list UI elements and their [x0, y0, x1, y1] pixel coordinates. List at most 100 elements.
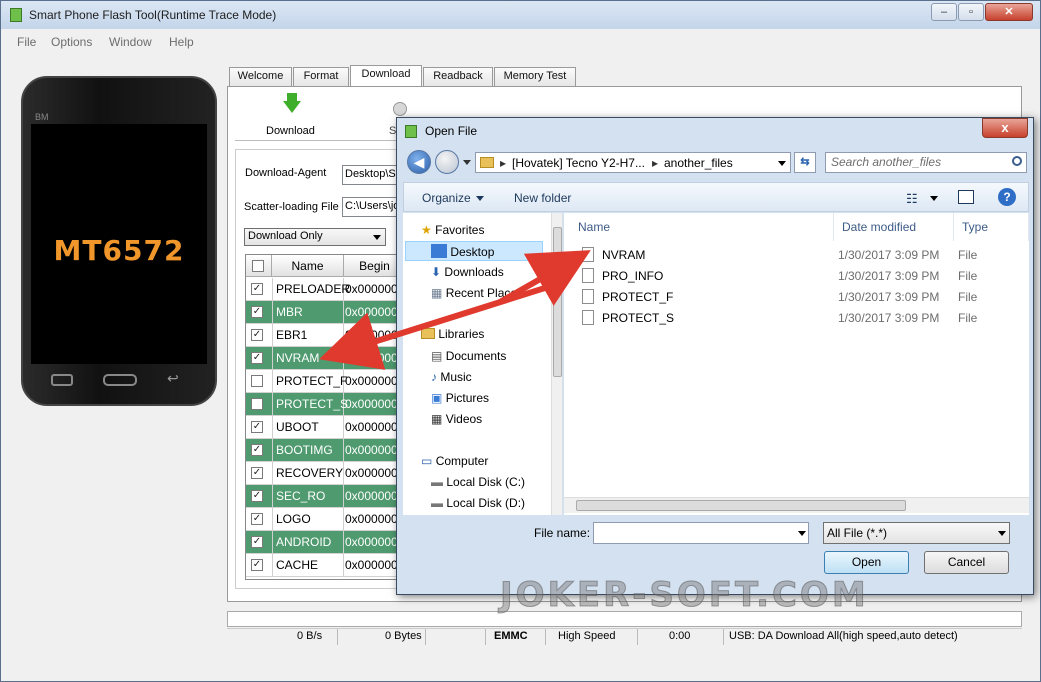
maximize-button[interactable]: ▫ — [958, 3, 984, 21]
file-row[interactable]: PRO_INFO 1/30/2017 3:09 PM File — [574, 266, 1024, 287]
tab-format[interactable]: Format — [293, 67, 349, 86]
file-type-select[interactable]: All File (*.*) — [823, 522, 1010, 544]
partition-checkbox[interactable]: ✓ — [251, 444, 263, 456]
nav-item-videos[interactable]: ▦ Videos — [431, 412, 482, 426]
select-all-checkbox[interactable] — [252, 260, 264, 272]
partition-row[interactable]: ✓ SEC_RO 0x0000000 — [246, 485, 404, 508]
breadcrumb-item[interactable]: [Hovatek] Tecno Y2-H7... — [512, 156, 645, 170]
scatter-file-label: Scatter-loading File — [244, 201, 339, 213]
partition-checkbox[interactable]: ✓ — [251, 306, 263, 318]
nav-libraries[interactable]: Libraries — [421, 327, 484, 341]
file-row[interactable]: PROTECT_F 1/30/2017 3:09 PM File — [574, 287, 1024, 308]
partition-checkbox[interactable]: ✓ — [251, 352, 263, 364]
file-hscrollbar[interactable] — [564, 497, 1029, 513]
nav-favorites[interactable]: ★ Favorites — [421, 223, 484, 237]
file-row[interactable]: PROTECT_S 1/30/2017 3:09 PM File — [574, 308, 1024, 329]
partition-checkbox[interactable]: ✓ — [251, 513, 263, 525]
window-close-button[interactable]: ✕ — [985, 3, 1033, 21]
menu-help[interactable]: Help — [169, 35, 194, 49]
forward-button[interactable] — [435, 150, 459, 174]
column-header-date-modified[interactable]: Date modified — [834, 213, 954, 241]
back-button[interactable]: ◀ — [407, 150, 431, 174]
search-icon[interactable] — [1012, 156, 1022, 166]
new-folder-button[interactable]: New folder — [514, 191, 571, 205]
partition-checkbox[interactable]: ✓ — [251, 467, 263, 479]
tab-welcome[interactable]: Welcome — [229, 67, 292, 86]
history-dropdown-icon[interactable] — [463, 160, 471, 165]
partition-checkbox[interactable]: ✓ — [251, 536, 263, 548]
partition-row[interactable]: ✓ ANDROID 0x0000000 — [246, 531, 404, 554]
partition-checkbox[interactable]: ✓ — [251, 559, 263, 571]
nav-computer[interactable]: ▭ Computer — [421, 454, 488, 468]
tab-memory-test[interactable]: Memory Test — [494, 67, 576, 86]
nav-item-downloads[interactable]: ⬇ Downloads — [431, 265, 504, 279]
partition-checkbox[interactable]: ✓ — [251, 283, 263, 295]
status-time: 0:00 — [669, 630, 691, 642]
help-icon[interactable]: ? — [998, 188, 1016, 206]
organize-dropdown-icon[interactable] — [476, 196, 484, 201]
phone-brand: BM — [35, 112, 49, 122]
column-header-type[interactable]: Type — [954, 213, 1029, 241]
partition-row[interactable]: ✓ UBOOT 0x0000000 — [246, 416, 404, 439]
file-type-value: All File (*.*) — [827, 526, 888, 540]
download-agent-input[interactable]: Desktop\SP — [342, 165, 404, 185]
breadcrumb-item-current[interactable]: another_files — [664, 156, 733, 170]
partition-checkbox[interactable] — [251, 398, 263, 410]
download-mode-select[interactable]: Download Only — [244, 228, 386, 246]
nav-scrollbar[interactable] — [551, 213, 562, 515]
refresh-icon[interactable]: ⇆ — [794, 152, 816, 173]
column-header-name[interactable]: Name — [272, 255, 344, 277]
partition-row[interactable]: ✓ NVRAM 0x0000000 — [246, 347, 404, 370]
partition-checkbox[interactable]: ✓ — [251, 329, 263, 341]
toolbar-divider — [235, 140, 415, 141]
file-name-dropdown-icon[interactable] — [798, 531, 806, 536]
nav-item-desktop[interactable]: Desktop — [431, 244, 494, 259]
dialog-close-button[interactable]: x — [982, 118, 1028, 138]
organize-button[interactable]: Organize — [422, 191, 471, 205]
partition-row[interactable]: ✓ EBR1 0x0000000 — [246, 324, 404, 347]
partition-row[interactable]: PROTECT_F 0x0000000 — [246, 370, 404, 393]
file-name-input[interactable] — [593, 522, 809, 544]
menu-file[interactable]: File — [17, 35, 36, 49]
address-bar[interactable]: ▸ [Hovatek] Tecno Y2-H7... ▸ another_fil… — [475, 152, 791, 173]
partition-checkbox[interactable] — [251, 375, 263, 387]
view-dropdown-icon[interactable] — [930, 196, 938, 201]
download-button-label[interactable]: Download — [266, 125, 315, 137]
partition-row[interactable]: ✓ LOGO 0x0000000 — [246, 508, 404, 531]
nav-item-music[interactable]: ♪ Music — [431, 370, 472, 384]
partition-checkbox[interactable]: ✓ — [251, 490, 263, 502]
nav-item-pictures[interactable]: ▣ Pictures — [431, 391, 489, 405]
file-type: File — [958, 311, 978, 325]
tab-readback[interactable]: Readback — [423, 67, 493, 86]
partition-row[interactable]: ✓ RECOVERY 0x0000000 — [246, 462, 404, 485]
menu-options[interactable]: Options — [51, 35, 92, 49]
preview-pane-icon[interactable] — [958, 190, 974, 204]
nav-scroll-thumb[interactable] — [553, 227, 562, 377]
nav-item-recent-places[interactable]: ▦ Recent Places — [431, 286, 523, 300]
nav-item-local-disk-c[interactable]: ▬ Local Disk (C:) — [431, 475, 525, 489]
partition-row[interactable]: PROTECT_S 0x0000000 — [246, 393, 404, 416]
stop-icon[interactable] — [393, 102, 407, 116]
scatter-file-input[interactable]: C:\Users\jo — [342, 197, 404, 217]
partition-row[interactable]: ✓ MBR 0x0000000 — [246, 301, 404, 324]
partition-row[interactable]: ✓ CACHE 0x0000000 — [246, 554, 404, 577]
partition-row[interactable]: ✓ BOOTIMG 0x0000000 — [246, 439, 404, 462]
search-input[interactable]: Search another_files — [825, 152, 1027, 173]
address-dropdown-icon[interactable] — [778, 161, 786, 166]
select-all-header[interactable] — [246, 255, 272, 277]
app-icon — [10, 8, 22, 22]
file-scroll-thumb[interactable] — [576, 500, 906, 511]
tab-download[interactable]: Download — [350, 65, 422, 87]
partition-row[interactable]: ✓ PRELOADER 0x0000000 — [246, 278, 404, 301]
open-button[interactable]: Open — [824, 551, 909, 574]
nav-item-local-disk-d[interactable]: ▬ Local Disk (D:) — [431, 496, 525, 510]
file-row[interactable]: NVRAM 1/30/2017 3:09 PM File — [574, 245, 1024, 266]
download-arrow-icon[interactable] — [283, 101, 301, 113]
cancel-button[interactable]: Cancel — [924, 551, 1009, 574]
menu-window[interactable]: Window — [109, 35, 152, 49]
partition-checkbox[interactable]: ✓ — [251, 421, 263, 433]
minimize-button[interactable]: – — [931, 3, 957, 21]
column-header-name[interactable]: Name — [570, 213, 834, 241]
nav-item-documents[interactable]: ▤ Documents — [431, 349, 506, 363]
view-options-icon[interactable]: ☷ — [906, 191, 918, 207]
